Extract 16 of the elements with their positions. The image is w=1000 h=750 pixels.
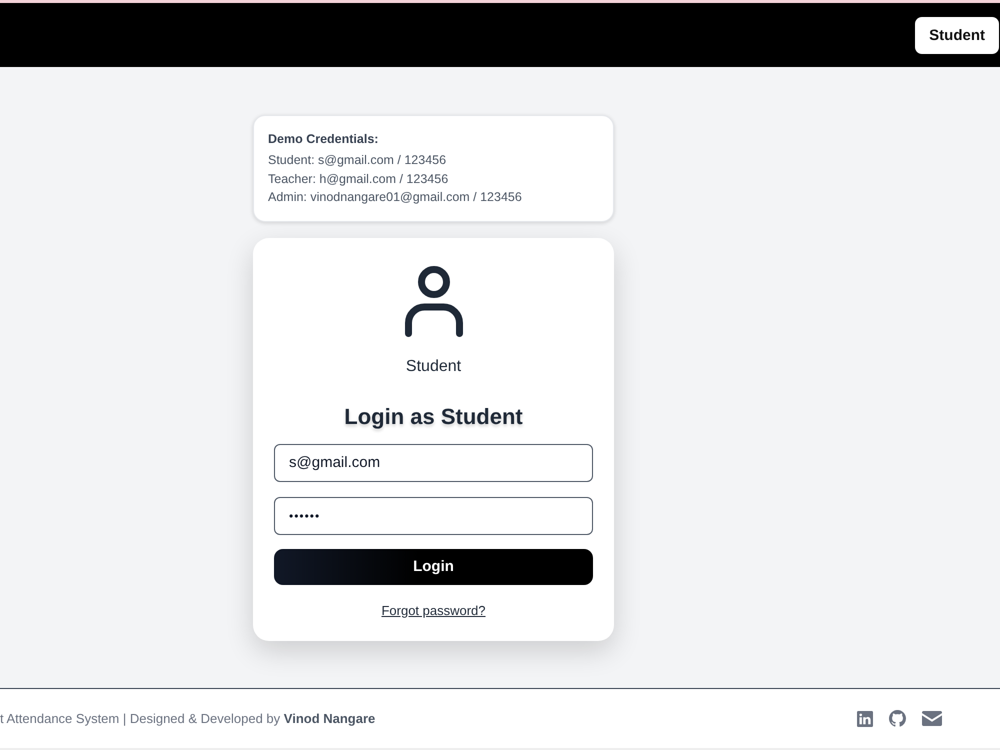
forgot-password-link[interactable]: Forgot password? — [381, 602, 486, 618]
credential-line: Student: s@gmail.com / 123456 — [268, 152, 448, 169]
person-icon — [404, 266, 464, 338]
github-icon[interactable] — [889, 710, 906, 727]
role-button[interactable]: Student — [915, 16, 999, 54]
login-heading: Login as Student — [344, 404, 523, 430]
password-field[interactable]: •••••• — [274, 496, 593, 534]
credential-line: Admin: vinodnangare01@gmail.com / 123456 — [268, 189, 523, 206]
footer-credit: t Attendance System | Designed & Developed by Vinod Nangare — [0, 711, 376, 726]
mail-icon[interactable] — [922, 711, 942, 726]
login-button[interactable]: Login — [274, 548, 593, 584]
demo-title: Demo Credentials: — [268, 131, 380, 148]
email-field[interactable]: s@gmail.com — [274, 444, 593, 482]
credential-line: Teacher: h@gmail.com / 123456 — [268, 170, 450, 188]
role-label: Student — [406, 356, 462, 376]
linkedin-icon[interactable] — [857, 710, 873, 726]
